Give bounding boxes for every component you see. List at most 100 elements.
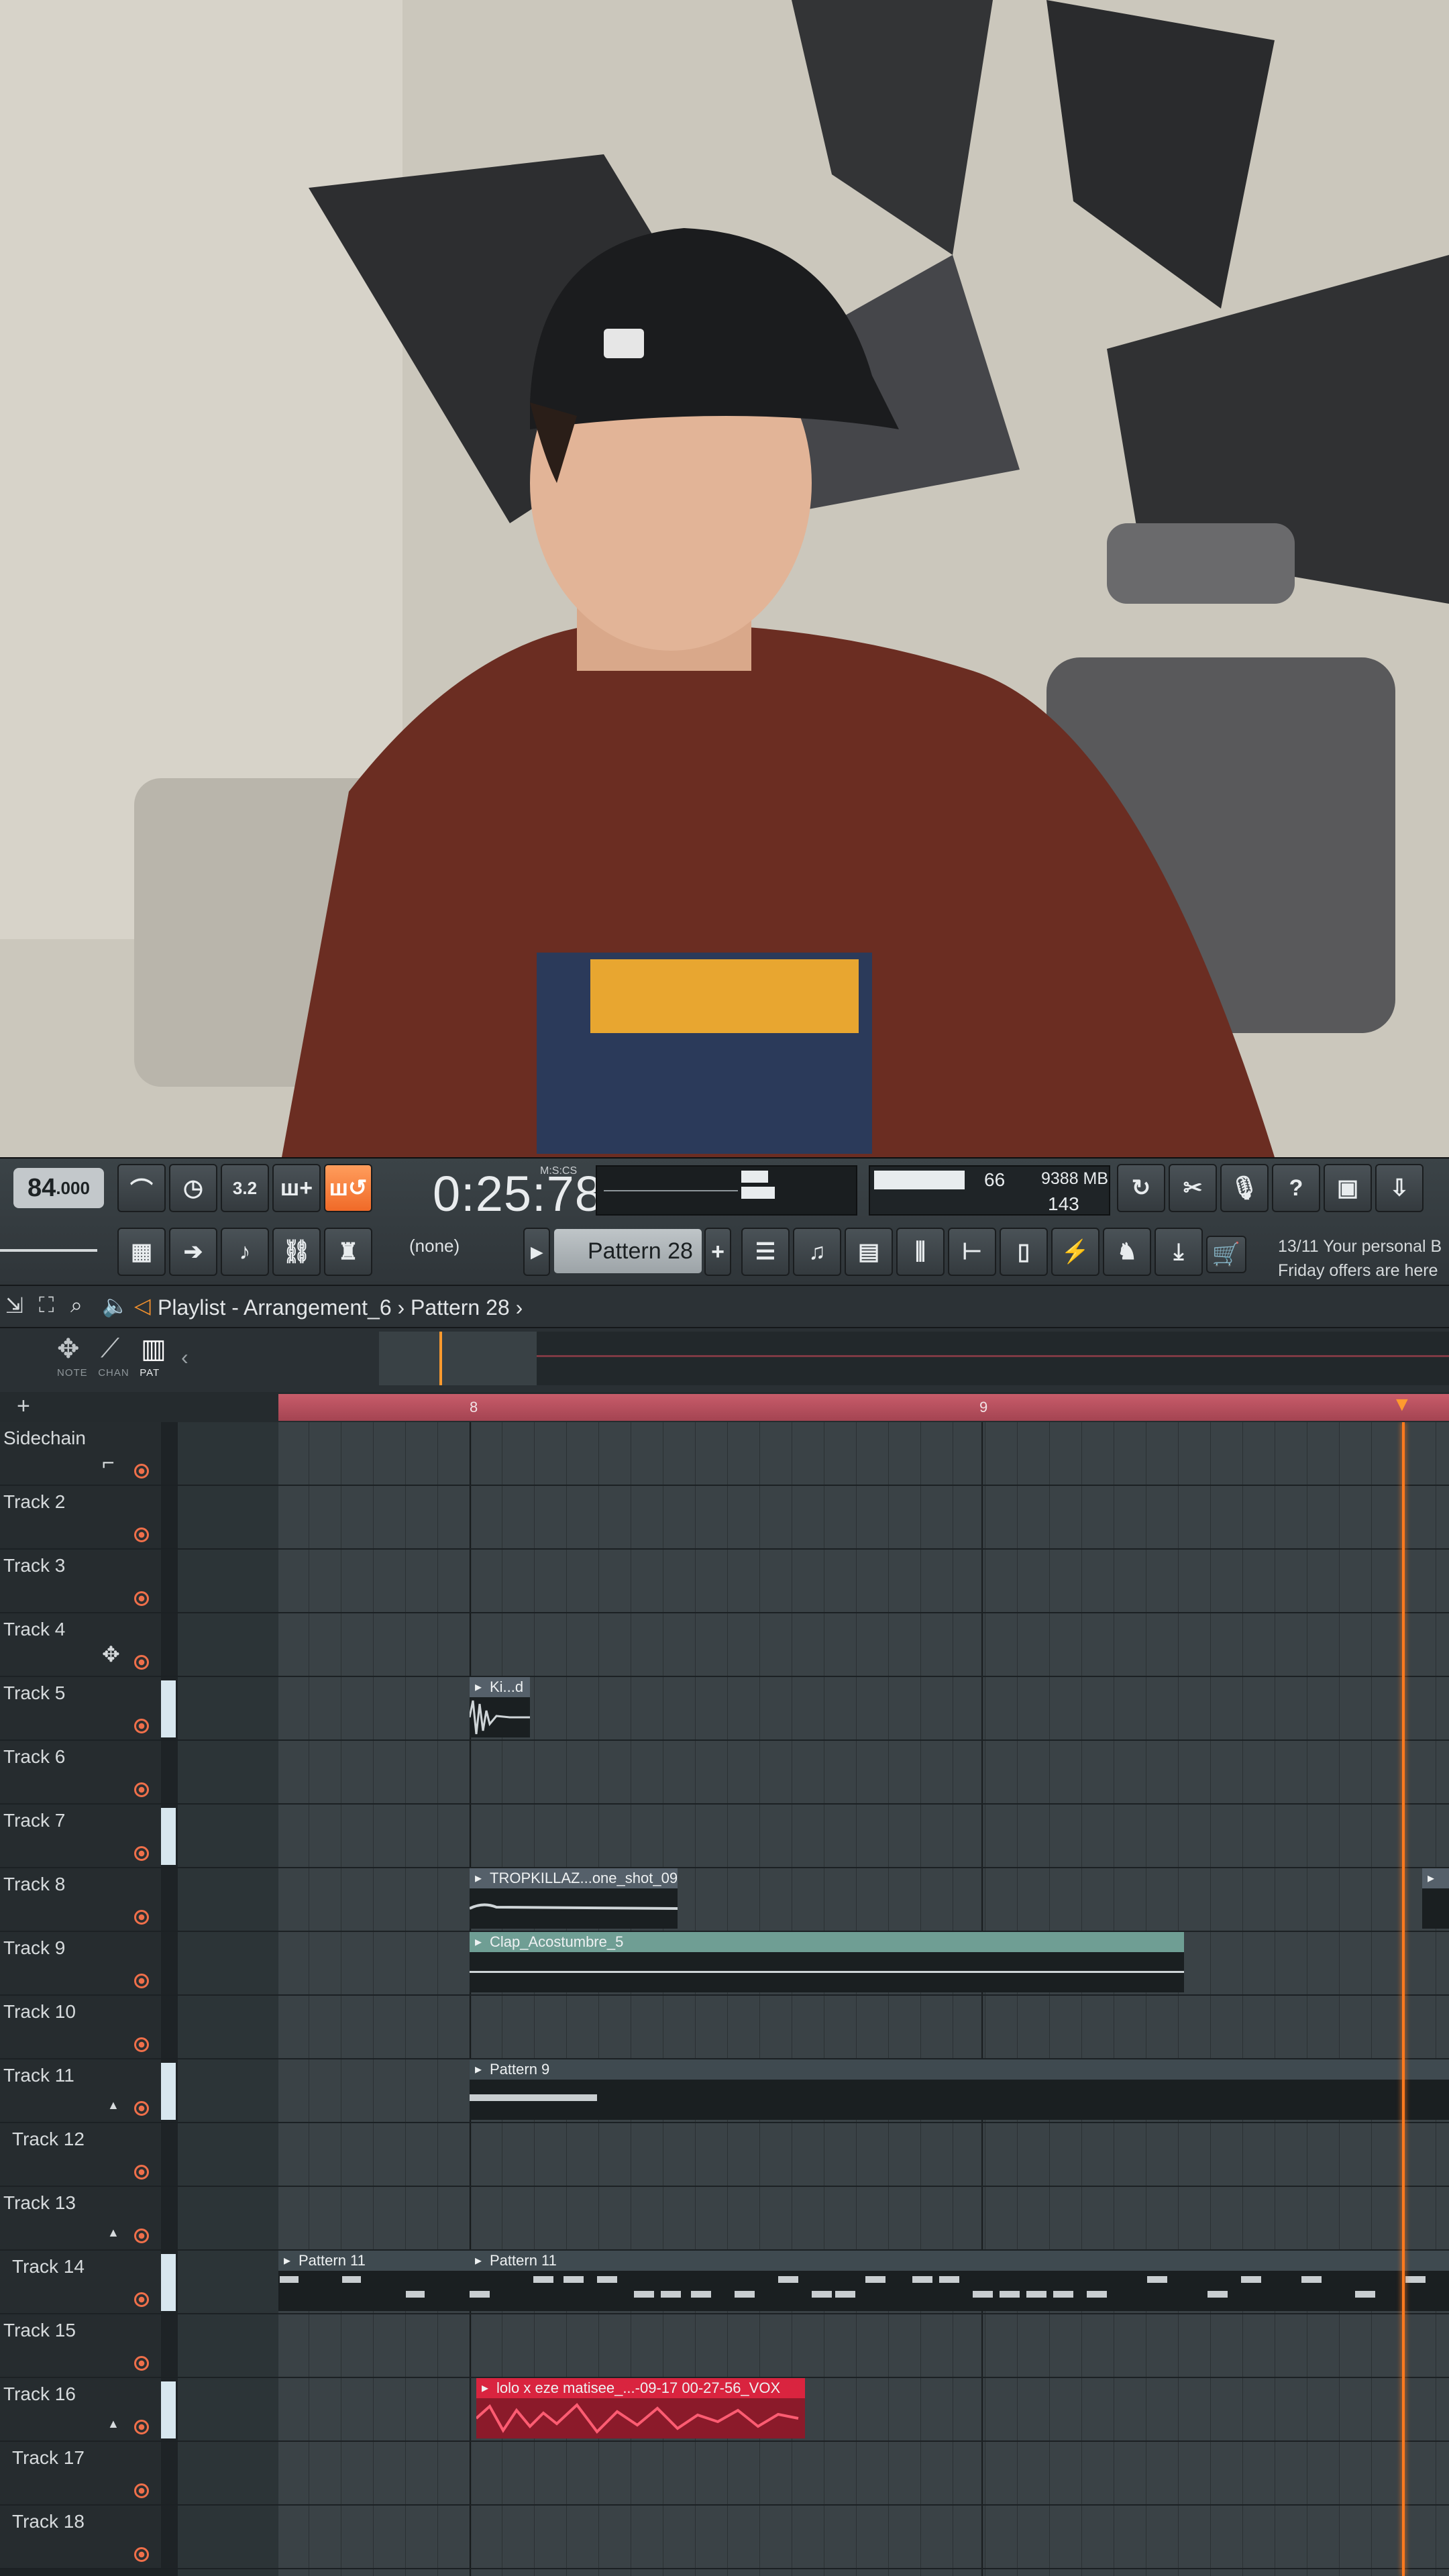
track-header[interactable]: Track 16 ▲: [0, 2378, 161, 2442]
track-mute-button[interactable]: [134, 1782, 149, 1797]
hat-button[interactable]: ♜: [324, 1228, 372, 1276]
add-pattern-button[interactable]: +: [704, 1228, 731, 1276]
collapse-group-icon[interactable]: ▲: [107, 2417, 119, 2431]
link-button[interactable]: ⛓: [272, 1228, 321, 1276]
pat-tab-icon[interactable]: ▥: [141, 1334, 166, 1364]
track-mute-button[interactable]: [134, 1846, 149, 1861]
track-mute-button[interactable]: [134, 1910, 149, 1925]
track-header[interactable]: Track 10: [0, 1996, 161, 2059]
playhead-marker-icon[interactable]: ▼: [1392, 1393, 1412, 1416]
track-header[interactable]: Track 17: [0, 2442, 161, 2506]
step-edit-button[interactable]: ш+: [272, 1164, 321, 1212]
export-button[interactable]: ⇩: [1375, 1164, 1424, 1212]
add-track-icon[interactable]: +: [17, 1393, 30, 1419]
record-audio-button[interactable]: 🎙: [1220, 1164, 1269, 1212]
speaker-icon[interactable]: 🔈: [102, 1293, 129, 1318]
track-mute-button[interactable]: [134, 2547, 149, 2562]
news-ticker[interactable]: 13/11 Your personal B Friday offers are …: [1278, 1234, 1442, 1283]
track-header[interactable]: Track 7: [0, 1805, 161, 1868]
clip-clap[interactable]: Clap_Acostumbre_5: [470, 1932, 1184, 1992]
track-header[interactable]: Track 3: [0, 1550, 161, 1613]
pattern-selector[interactable]: Pattern 28: [554, 1229, 702, 1273]
track-mute-button[interactable]: [134, 1591, 149, 1606]
browser-button[interactable]: ⊢: [948, 1228, 996, 1276]
project-button[interactable]: ▯: [1000, 1228, 1048, 1276]
track-header[interactable]: Track 5: [0, 1677, 161, 1741]
tab-note[interactable]: NOTE: [57, 1367, 88, 1379]
shop-button[interactable]: 🛒: [1206, 1236, 1246, 1273]
overview-view-window[interactable]: [379, 1332, 537, 1385]
track-header[interactable]: Track 11 ▲: [0, 2059, 161, 2123]
tab-pat[interactable]: PAT: [140, 1367, 160, 1379]
piano-roll-button[interactable]: ▦: [117, 1228, 166, 1276]
track-mute-button[interactable]: [134, 1974, 149, 1988]
snap-icon[interactable]: ⇲: [5, 1293, 23, 1318]
track-mute-button[interactable]: [134, 1719, 149, 1733]
clip-tropkillaz[interactable]: TROPKILLAZ...one_shot_09: [470, 1868, 678, 1929]
slide-button[interactable]: ♪: [221, 1228, 269, 1276]
fullscreen-icon[interactable]: ⛶: [39, 1293, 54, 1318]
clip-vox[interactable]: lolo x eze matisee_...-09-17 00-27-56_VO…: [476, 2378, 805, 2438]
mixer-button[interactable]: ⫼: [896, 1228, 945, 1276]
timeline-ruler[interactable]: + 8 9 ▼: [0, 1392, 1449, 1422]
playlist-grid[interactable]: [178, 1422, 1449, 2576]
tools-button[interactable]: ✂: [1169, 1164, 1217, 1212]
chan-tab-icon[interactable]: ⟋: [101, 1334, 119, 1364]
track-mute-button[interactable]: [134, 1527, 149, 1542]
play-pattern-button[interactable]: ▸: [523, 1228, 550, 1276]
track-header[interactable]: Track 8: [0, 1868, 161, 1932]
track-mute-button[interactable]: [134, 2356, 149, 2371]
clip-tropkillaz-next[interactable]: [1422, 1868, 1449, 1929]
collapse-icon[interactable]: ‹: [181, 1345, 189, 1370]
loop-record-button[interactable]: ш↺: [324, 1164, 372, 1212]
track-header[interactable]: Track 13 ▲: [0, 2187, 161, 2251]
clip-pattern-11-b[interactable]: Pattern 11: [470, 2251, 1449, 2311]
channel-selector[interactable]: (none): [409, 1236, 460, 1256]
track-header[interactable]: Track 2: [0, 1486, 161, 1550]
help-button[interactable]: ?: [1272, 1164, 1320, 1212]
track-mute-button[interactable]: [134, 1464, 149, 1479]
undo-history-button[interactable]: ↻: [1117, 1164, 1165, 1212]
track-mute-button[interactable]: [134, 2165, 149, 2180]
clip-kick[interactable]: Ki...d: [470, 1677, 530, 1737]
master-volume-slider[interactable]: [0, 1249, 97, 1252]
track-mute-button[interactable]: [134, 2101, 149, 2116]
track-header[interactable]: Track 6: [0, 1741, 161, 1805]
zoom-icon[interactable]: ⌕: [70, 1293, 83, 1318]
track-header[interactable]: Track 18: [0, 2506, 161, 2569]
overview-minimap[interactable]: [379, 1332, 1449, 1385]
track-header[interactable]: Track 15: [0, 2314, 161, 2378]
track-label: Track 7: [3, 1810, 66, 1831]
metronome-button[interactable]: ⌒: [117, 1164, 166, 1212]
track-header[interactable]: Sidechain ⌐: [0, 1422, 161, 1486]
piano-roll-window-button[interactable]: ♫: [793, 1228, 841, 1276]
track-mute-button[interactable]: [134, 2037, 149, 2052]
note-tab-icon[interactable]: ✥: [57, 1334, 80, 1364]
save-button[interactable]: ▣: [1324, 1164, 1372, 1212]
collapse-group-icon[interactable]: ▲: [107, 2098, 119, 2112]
track-mute-button[interactable]: [134, 2292, 149, 2307]
clip-pattern-11-a[interactable]: Pattern 11: [278, 2251, 470, 2311]
track-header[interactable]: Track 9: [0, 1932, 161, 1996]
collapse-group-icon[interactable]: ▲: [107, 2226, 119, 2240]
track-header[interactable]: Track 14: [0, 2251, 161, 2314]
channel-rack-button[interactable]: ▤: [845, 1228, 893, 1276]
arrow-left-icon[interactable]: ◁: [134, 1293, 151, 1318]
tab-chan[interactable]: CHAN: [98, 1367, 129, 1379]
track-mute-button[interactable]: [134, 1655, 149, 1670]
loop-region-bar[interactable]: [278, 1394, 1449, 1421]
wait-for-input-button[interactable]: ◷: [169, 1164, 217, 1212]
playlist-button[interactable]: ☰: [741, 1228, 790, 1276]
download-button[interactable]: ⤓: [1155, 1228, 1203, 1276]
countdown-button[interactable]: 3.2: [221, 1164, 269, 1212]
track-mute-button[interactable]: [134, 2420, 149, 2434]
track-header[interactable]: Track 4 ✥: [0, 1613, 161, 1677]
tempo-display[interactable]: 84.000: [13, 1168, 104, 1208]
track-mute-button[interactable]: [134, 2229, 149, 2243]
track-header[interactable]: Track 12: [0, 2123, 161, 2187]
clip-pattern-9[interactable]: Pattern 9: [470, 2059, 1449, 2120]
plugin-button[interactable]: ⚡: [1051, 1228, 1099, 1276]
track-mute-button[interactable]: [134, 2483, 149, 2498]
arrow-button[interactable]: ➔: [169, 1228, 217, 1276]
touch-controller-button[interactable]: ♞: [1103, 1228, 1151, 1276]
